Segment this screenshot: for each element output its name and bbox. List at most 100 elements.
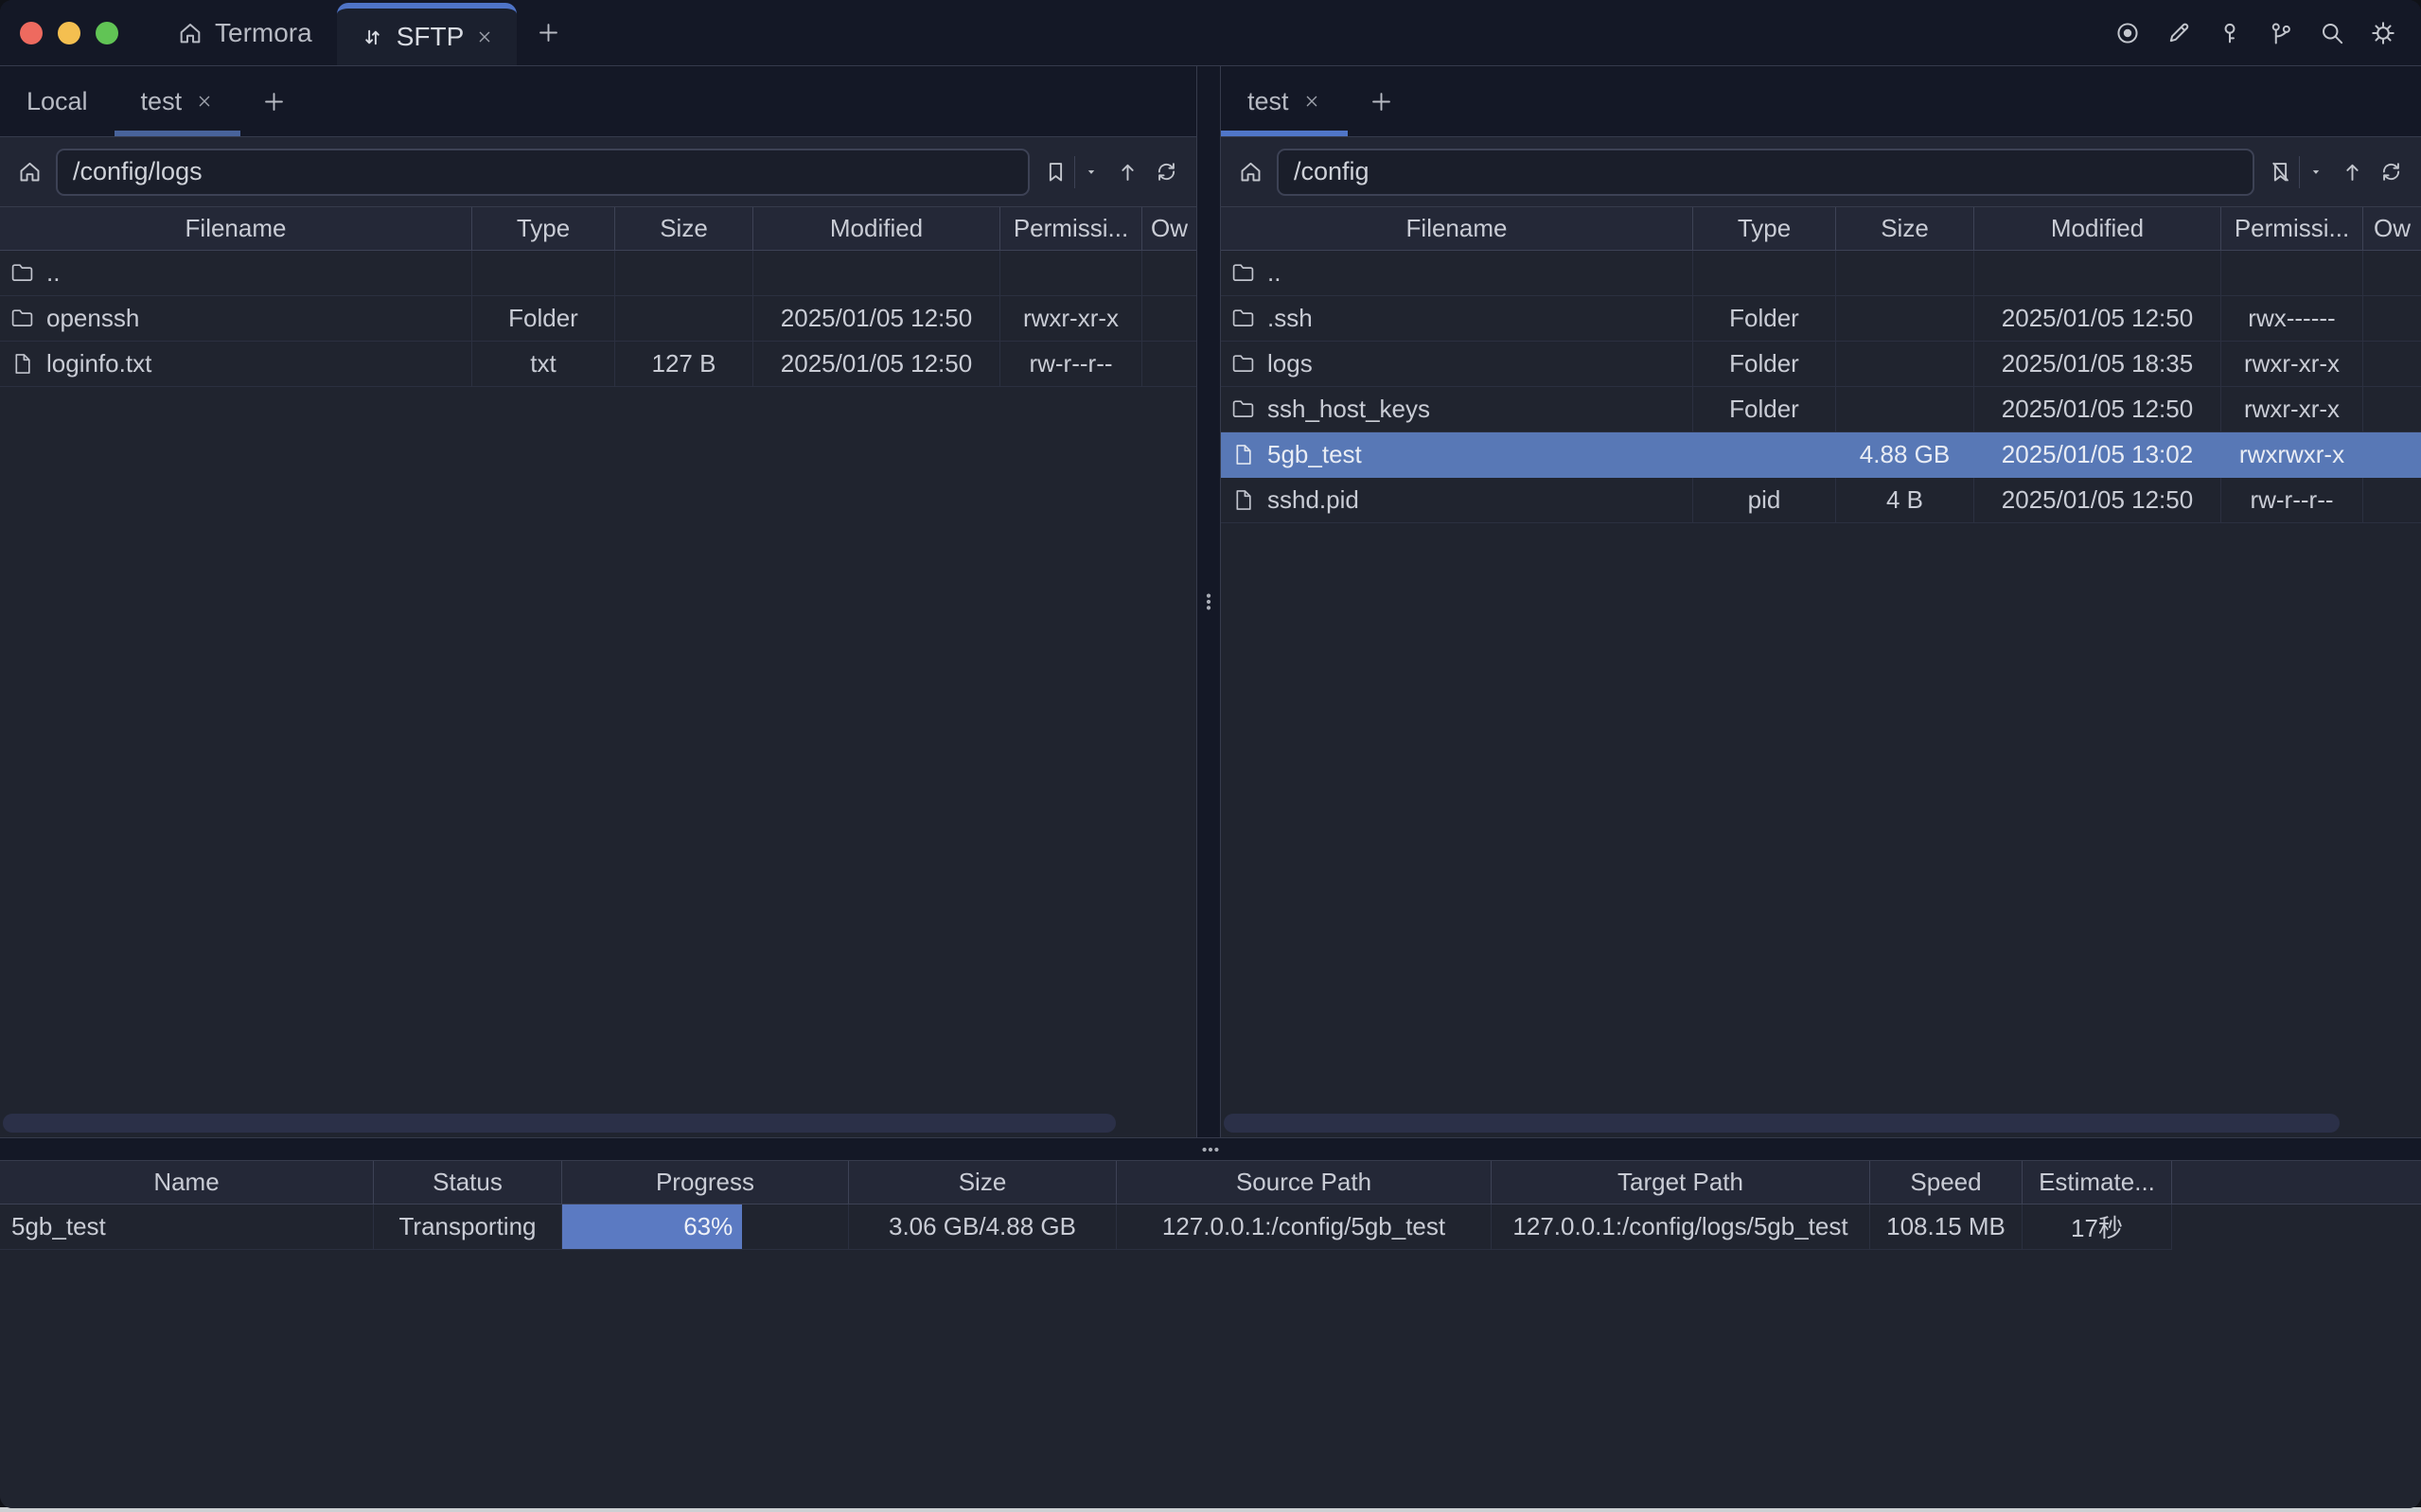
keys-button[interactable] bbox=[2217, 20, 2243, 46]
column-header-owner[interactable]: Ow bbox=[1142, 207, 1196, 250]
column-header-owner[interactable]: Ow bbox=[2363, 207, 2421, 250]
tab-test-label: test bbox=[141, 87, 183, 116]
column-header-name[interactable]: Name bbox=[0, 1161, 374, 1204]
new-pane-tab-button[interactable] bbox=[1348, 66, 1415, 136]
tab-local[interactable]: Local bbox=[0, 66, 115, 136]
column-header-source-path[interactable]: Source Path bbox=[1117, 1161, 1492, 1204]
left-file-pane: Local test bbox=[0, 66, 1196, 1137]
close-tab-icon[interactable] bbox=[195, 92, 214, 111]
close-tab-icon[interactable] bbox=[1302, 92, 1321, 111]
plus-icon bbox=[261, 89, 287, 114]
sftp-split-view: Local test bbox=[0, 66, 2421, 1137]
file-row-parent[interactable]: .. bbox=[0, 251, 1196, 296]
column-header-filename[interactable]: Filename bbox=[0, 207, 472, 250]
keychain-button[interactable] bbox=[2268, 20, 2294, 46]
column-header-modified[interactable]: Modified bbox=[1974, 207, 2221, 250]
right-horizontal-scrollbar[interactable] bbox=[1221, 1114, 2421, 1134]
bookmark-button[interactable] bbox=[2268, 159, 2293, 185]
transfer-estimate: 17秒 bbox=[2023, 1204, 2172, 1250]
file-icon bbox=[1230, 442, 1256, 467]
column-header-filename[interactable]: Filename bbox=[1221, 207, 1693, 250]
home-icon bbox=[17, 159, 43, 185]
column-header-permissions[interactable]: Permissi... bbox=[1000, 207, 1142, 250]
titlebar: Termora SFTP bbox=[0, 0, 2421, 66]
home-button[interactable] bbox=[17, 159, 43, 185]
right-pane-tabs: test bbox=[1221, 66, 2421, 137]
file-row[interactable]: openssh Folder 2025/01/05 12:50 rwxr-xr-… bbox=[0, 296, 1196, 342]
file-row[interactable]: .ssh Folder 2025/01/05 12:50 rwx------ bbox=[1221, 296, 2421, 342]
scrollbar-thumb[interactable] bbox=[1224, 1114, 2340, 1133]
file-row[interactable]: logs Folder 2025/01/05 18:35 rwxr-xr-x bbox=[1221, 342, 2421, 387]
transfer-row-filler bbox=[2172, 1204, 2421, 1250]
column-header-type[interactable]: Type bbox=[472, 207, 615, 250]
column-header-estimate[interactable]: Estimate... bbox=[2023, 1161, 2172, 1204]
file-row[interactable]: sshd.pid pid 4 B 2025/01/05 12:50 rw-r--… bbox=[1221, 478, 2421, 523]
search-button[interactable] bbox=[2319, 20, 2345, 46]
refresh-button[interactable] bbox=[2378, 159, 2404, 185]
file-row-parent[interactable]: .. bbox=[1221, 251, 2421, 296]
right-table-header: Filename Type Size Modified Permissi... … bbox=[1221, 206, 2421, 251]
column-header-status[interactable]: Status bbox=[374, 1161, 562, 1204]
folder-icon bbox=[1230, 306, 1256, 331]
transfers-panel: Name Status Progress Size Source Path Ta… bbox=[0, 1161, 2421, 1508]
home-button[interactable] bbox=[1238, 159, 1264, 185]
settings-button[interactable] bbox=[2370, 20, 2396, 46]
transfer-row[interactable]: 5gb_test Transporting 63% 3.06 GB/4.88 G… bbox=[0, 1204, 2421, 1250]
right-bookmark-group bbox=[2268, 156, 2326, 188]
record-button[interactable] bbox=[2114, 20, 2141, 46]
column-header-size[interactable]: Size bbox=[849, 1161, 1117, 1204]
bookmark-dropdown-button[interactable] bbox=[2306, 162, 2326, 183]
file-icon bbox=[1230, 487, 1256, 513]
new-pane-tab-button[interactable] bbox=[240, 66, 308, 136]
transfers-splitter[interactable] bbox=[0, 1137, 2421, 1161]
left-path-input[interactable] bbox=[58, 157, 1028, 186]
transfer-target-path: 127.0.0.1:/config/logs/5gb_test bbox=[1492, 1204, 1870, 1250]
pane-splitter[interactable] bbox=[1196, 66, 1221, 1137]
new-terminal-tab-button[interactable] bbox=[517, 0, 580, 65]
file-row[interactable]: loginfo.txt txt 127 B 2025/01/05 12:50 r… bbox=[0, 342, 1196, 387]
gear-icon bbox=[2370, 20, 2396, 46]
parent-directory-button[interactable] bbox=[1115, 159, 1140, 185]
file-row[interactable]: ssh_host_keys Folder 2025/01/05 12:50 rw… bbox=[1221, 387, 2421, 432]
scrollbar-thumb[interactable] bbox=[3, 1114, 1116, 1133]
close-tab-icon[interactable] bbox=[475, 27, 494, 46]
chevron-down-icon bbox=[1081, 162, 1102, 183]
column-header-speed[interactable]: Speed bbox=[1870, 1161, 2023, 1204]
minimize-window-button[interactable] bbox=[58, 22, 80, 44]
refresh-button[interactable] bbox=[1154, 159, 1179, 185]
divider bbox=[2299, 156, 2300, 188]
chevron-down-icon bbox=[2306, 162, 2326, 183]
column-header-size[interactable]: Size bbox=[615, 207, 753, 250]
tab-sftp-label: SFTP bbox=[397, 22, 465, 52]
right-path-input[interactable] bbox=[1279, 157, 2253, 186]
transfer-speed: 108.15 MB bbox=[1870, 1204, 2023, 1250]
tab-test-right[interactable]: test bbox=[1221, 66, 1348, 136]
bookmark-dropdown-button[interactable] bbox=[1081, 162, 1102, 183]
column-header-permissions[interactable]: Permissi... bbox=[2221, 207, 2363, 250]
tab-termora[interactable]: Termora bbox=[152, 0, 337, 65]
column-header-size[interactable]: Size bbox=[1836, 207, 1974, 250]
transfer-name: 5gb_test bbox=[0, 1204, 374, 1250]
parent-directory-button[interactable] bbox=[2340, 159, 2365, 185]
screen: Termora SFTP bbox=[0, 0, 2421, 1512]
column-header-progress[interactable]: Progress bbox=[562, 1161, 849, 1204]
drag-handle-icon bbox=[1200, 1139, 1221, 1160]
file-row-selected[interactable]: 5gb_test 4.88 GB 2025/01/05 13:02 rwxrwx… bbox=[1221, 432, 2421, 478]
tab-sftp[interactable]: SFTP bbox=[337, 3, 518, 65]
titlebar-actions bbox=[2114, 0, 2396, 66]
pencil-icon bbox=[2165, 20, 2192, 46]
left-horizontal-scrollbar[interactable] bbox=[0, 1114, 1196, 1134]
close-window-button[interactable] bbox=[20, 22, 43, 44]
tab-test-left[interactable]: test bbox=[115, 66, 241, 136]
edit-button[interactable] bbox=[2165, 20, 2192, 46]
column-header-modified[interactable]: Modified bbox=[753, 207, 1000, 250]
transfer-status: Transporting bbox=[374, 1204, 562, 1250]
column-header-type[interactable]: Type bbox=[1693, 207, 1836, 250]
zoom-window-button[interactable] bbox=[96, 22, 118, 44]
bookmark-button[interactable] bbox=[1043, 159, 1069, 185]
column-header-target-path[interactable]: Target Path bbox=[1492, 1161, 1870, 1204]
home-icon bbox=[1238, 159, 1264, 185]
arrow-up-icon bbox=[2340, 159, 2365, 185]
search-icon bbox=[2319, 20, 2345, 46]
home-icon bbox=[177, 20, 203, 46]
